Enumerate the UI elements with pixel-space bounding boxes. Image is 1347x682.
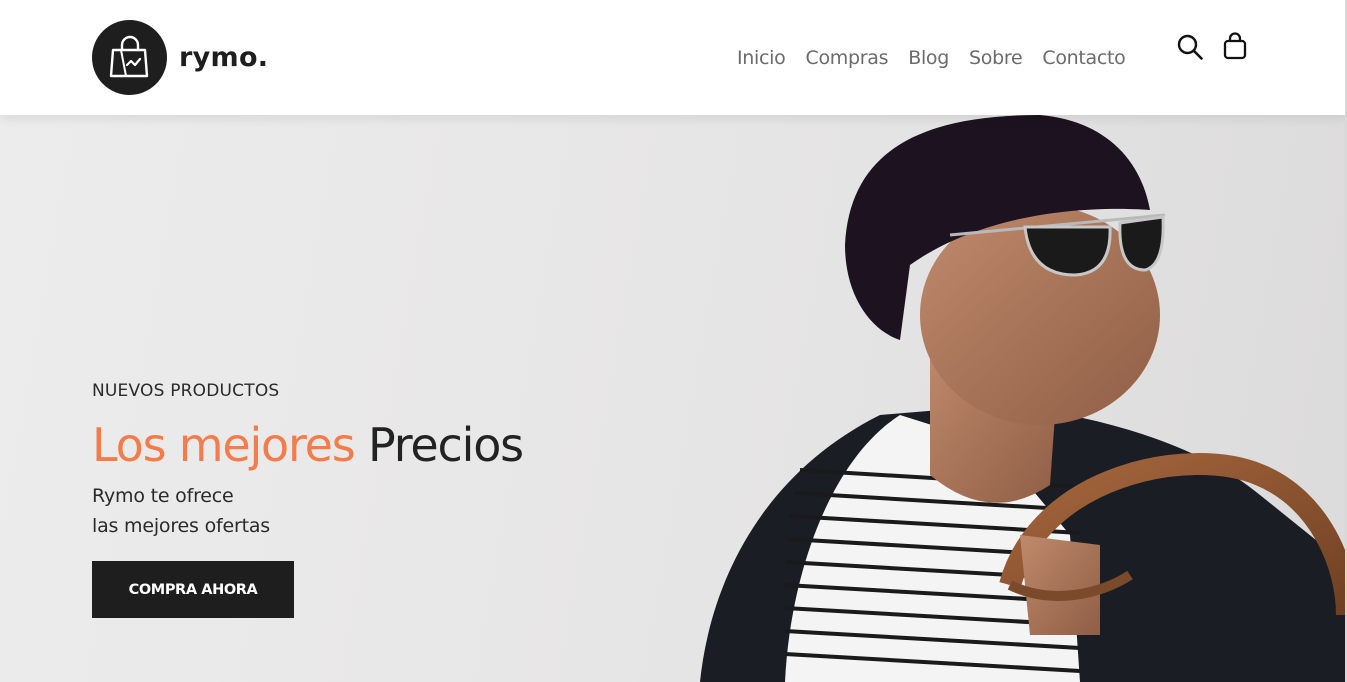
hero-headline-rest: Precios (368, 418, 524, 472)
hero-eyebrow: NUEVOS PRODUCTOS (92, 381, 280, 401)
hero-headline-accent: Los mejores (92, 418, 356, 472)
nav-item-compras[interactable]: Compras (805, 44, 888, 72)
hero-banner: NUEVOS PRODUCTOS Los mejores Precios Rym… (0, 115, 1347, 682)
nav-item-contacto[interactable]: Contacto (1042, 44, 1125, 72)
site-header: rymo. Inicio Compras Blog Sobre Contacto (0, 0, 1347, 115)
brand-logo[interactable]: rymo. (92, 20, 268, 95)
shopping-bag-chart-icon (92, 20, 167, 95)
nav-item-blog[interactable]: Blog (908, 44, 949, 72)
search-icon[interactable] (1176, 33, 1204, 61)
nav-item-inicio[interactable]: Inicio (737, 44, 786, 72)
hero-subtext: Rymo te ofrece las mejores ofertas (92, 481, 523, 541)
hero-subtext-line-1: Rymo te ofrece (92, 485, 234, 507)
hero-headline: Los mejores Precios (92, 417, 524, 473)
brand-name: rymo. (179, 42, 269, 73)
shop-now-button[interactable]: COMPRA AHORA (92, 561, 294, 618)
hero-text-block: NUEVOS PRODUCTOS Los mejores Precios Rym… (92, 379, 524, 618)
shopping-bag-icon[interactable] (1222, 32, 1248, 60)
nav-item-sobre[interactable]: Sobre (969, 44, 1023, 72)
hero-subtext-line-2: las mejores ofertas (92, 515, 270, 537)
main-nav: Inicio Compras Blog Sobre Contacto (737, 44, 1126, 72)
